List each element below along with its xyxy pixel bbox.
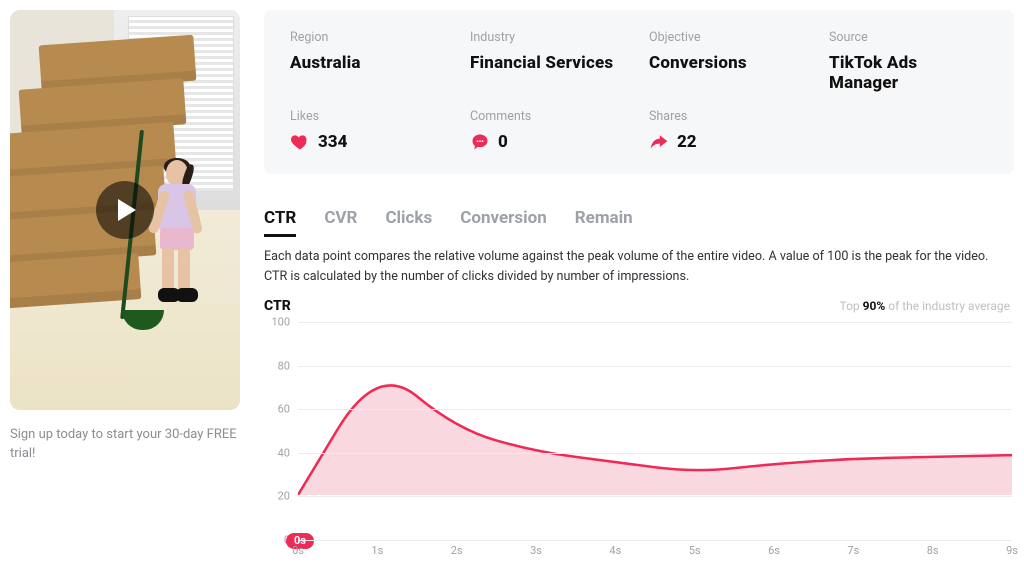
chart-benchmark-note: Top 90% of the industry average bbox=[840, 299, 1011, 313]
video-thumbnail[interactable] bbox=[10, 10, 240, 410]
y-tick: 20 bbox=[278, 490, 290, 503]
x-tick: 9s bbox=[1006, 544, 1018, 557]
x-tick: 6s bbox=[768, 544, 780, 557]
industry-label: Industry bbox=[470, 30, 629, 45]
shares-label: Shares bbox=[649, 109, 809, 124]
play-icon bbox=[116, 198, 138, 222]
info-card: Region Australia Industry Financial Serv… bbox=[264, 10, 1014, 174]
ctr-chart: 020406080100 0s 0s1s2s3s4s5s6s7s8s9s bbox=[264, 318, 1014, 564]
tab-clicks[interactable]: Clicks bbox=[385, 208, 432, 237]
heart-icon bbox=[290, 132, 310, 152]
source-label: Source bbox=[829, 30, 988, 45]
video-caption: Sign up today to start your 30-day FREE … bbox=[10, 426, 240, 464]
x-tick: 4s bbox=[609, 544, 621, 557]
comment-icon bbox=[470, 132, 490, 152]
shares-value: 22 bbox=[677, 132, 697, 152]
industry-value: Financial Services bbox=[470, 53, 629, 73]
y-tick: 60 bbox=[278, 403, 290, 416]
region-value: Australia bbox=[290, 53, 450, 73]
likes-label: Likes bbox=[290, 109, 450, 124]
tab-ctr[interactable]: CTR bbox=[264, 208, 296, 237]
x-tick: 2s bbox=[451, 544, 463, 557]
play-button[interactable] bbox=[96, 181, 154, 239]
comments-label: Comments bbox=[470, 109, 629, 124]
x-tick: 0s bbox=[292, 544, 304, 557]
chart-title: CTR bbox=[264, 298, 291, 314]
comments-value: 0 bbox=[498, 132, 508, 152]
y-tick: 40 bbox=[278, 446, 290, 459]
chart-area bbox=[298, 385, 1012, 495]
tab-conversion[interactable]: Conversion bbox=[460, 208, 547, 237]
y-tick: 80 bbox=[278, 359, 290, 372]
objective-value: Conversions bbox=[649, 53, 809, 73]
x-tick: 5s bbox=[689, 544, 701, 557]
tab-cvr[interactable]: CVR bbox=[324, 208, 357, 237]
tab-remain[interactable]: Remain bbox=[575, 208, 633, 237]
source-value: TikTok Ads Manager bbox=[829, 53, 988, 93]
chart-description: Each data point compares the relative vo… bbox=[264, 247, 1004, 286]
x-tick: 3s bbox=[530, 544, 542, 557]
region-label: Region bbox=[290, 30, 450, 45]
likes-value: 334 bbox=[318, 132, 347, 152]
metric-tabs: CTR CVR Clicks Conversion Remain bbox=[264, 208, 1014, 237]
x-tick: 1s bbox=[371, 544, 383, 557]
y-tick: 100 bbox=[271, 316, 290, 329]
objective-label: Objective bbox=[649, 30, 809, 45]
x-tick: 7s bbox=[847, 544, 859, 557]
share-icon bbox=[649, 132, 669, 152]
x-tick: 8s bbox=[927, 544, 939, 557]
